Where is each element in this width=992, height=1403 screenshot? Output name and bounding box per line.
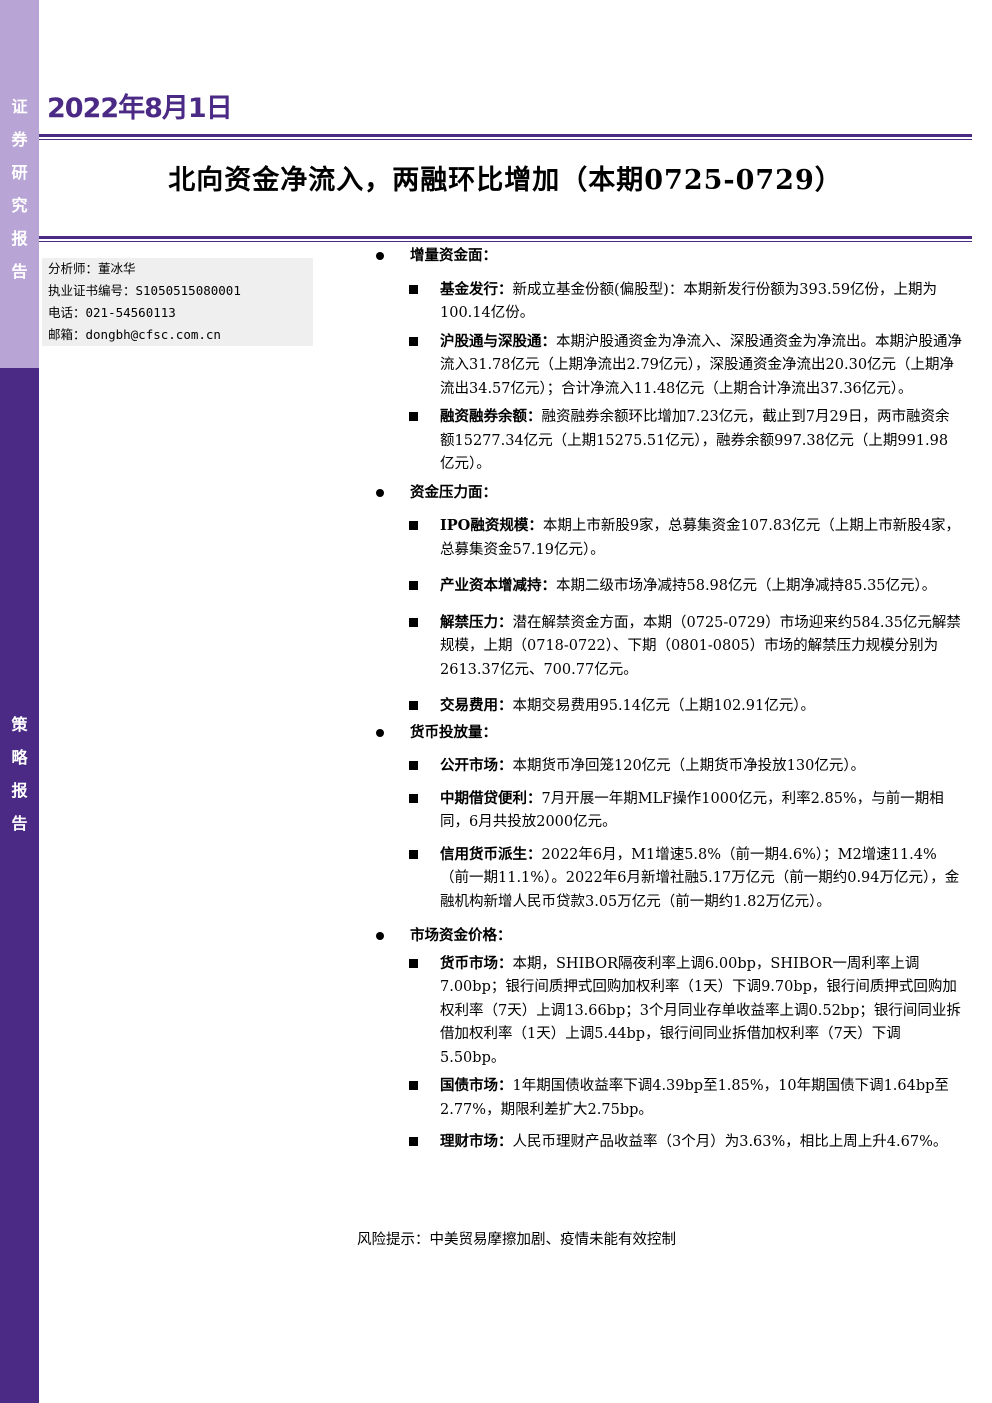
analyst-cert: 执业证书编号：S1050515080001 [48, 283, 241, 298]
sidebar-char: 券 [11, 130, 28, 149]
list-item: 理财市场：人民币理财产品收益率（3个月）为3.63%，相比上周上升4.67%。 [372, 1130, 962, 1155]
square-bullet-icon [409, 581, 418, 590]
sidebar-label-strategy-report: 策 略 报 告 [0, 708, 39, 840]
bullet-icon [376, 252, 384, 260]
section-heading: 资金压力面： [372, 481, 962, 505]
bullet-icon [376, 728, 384, 737]
square-bullet-icon [409, 701, 418, 710]
report-date: 2022年8月1日 [47, 93, 233, 124]
analyst-email: 邮箱：dongbh@cfsc.com.cn [48, 327, 221, 342]
square-bullet-icon [409, 521, 418, 530]
section-heading: 货币投放量： [372, 721, 962, 745]
list-item: 产业资本增减持：本期二级市场净减持58.98亿元（上期净减持85.35亿元）。 [372, 574, 962, 599]
sidebar-label-research-report: 证 券 研 究 报 告 [0, 90, 39, 288]
square-bullet-icon [409, 1081, 418, 1090]
square-bullet-icon [409, 1137, 418, 1146]
sidebar-char: 略 [11, 748, 28, 767]
sidebar-char: 证 [11, 97, 28, 116]
bullet-icon [376, 488, 384, 497]
list-item: 基金发行：新成立基金份额(偏股型)：本期新发行份额为393.59亿份，上期为10… [372, 278, 962, 326]
square-bullet-icon [409, 617, 418, 627]
list-item: 交易费用：本期交易费用95.14亿元（上期102.91亿元）。 [372, 694, 962, 719]
sidebar-char: 告 [11, 262, 28, 281]
list-item: 公开市场：本期货币净回笼120亿元（上期货币净投放130亿元）。 [372, 754, 962, 779]
sidebar-char: 究 [11, 196, 28, 215]
list-item: 中期借贷便利：7月开展一年期MLF操作1000亿元，利率2.85%，与前一期相同… [372, 787, 962, 835]
sidebar-char: 报 [11, 781, 28, 800]
analyst-name: 分析师：董冰华 [48, 261, 136, 276]
list-item: 货币市场：本期，SHIBOR隔夜利率上调6.00bp，SHIBOR一周利率上调7… [372, 952, 962, 1071]
risk-warning: 风险提示：中美贸易摩擦加剧、疫情未能有效控制 [357, 1232, 676, 1248]
square-bullet-icon [409, 793, 418, 803]
summary-content: 增量资金面： 基金发行：新成立基金份额(偏股型)：本期新发行份额为393.59亿… [372, 244, 962, 1155]
square-bullet-icon [409, 284, 418, 294]
title-rule [39, 236, 972, 239]
sidebar: 证 券 研 究 报 告 策 略 报 告 [0, 0, 39, 1403]
section-heading: 市场资金价格： [372, 924, 962, 948]
analyst-box: 分析师：董冰华 执业证书编号：S1050515080001 电话：021-545… [42, 258, 313, 346]
square-bullet-icon [409, 412, 418, 421]
sidebar-char: 策 [11, 715, 28, 734]
analyst-phone: 电话：021-54560113 [48, 305, 176, 320]
list-item: 解禁压力：潜在解禁资金方面，本期（0725-0729）市场迎来约584.35亿元… [372, 611, 962, 683]
section-heading: 增量资金面： [372, 244, 962, 268]
bullet-icon [376, 932, 384, 940]
page-title: 北向资金净流入，两融环比增加（本期0725-0729） [168, 165, 843, 196]
list-item: 信用货币派生：2022年6月，M1增速5.8%（前一期4.6%）；M2增速11.… [372, 843, 962, 915]
sidebar-char: 研 [11, 163, 28, 182]
square-bullet-icon [409, 761, 418, 770]
sidebar-char: 报 [11, 229, 28, 248]
list-item: 沪股通与深股通：本期沪股通资金为净流入、深股通资金为净流出。本期沪股通净流入31… [372, 330, 962, 402]
header-rule-thin [39, 139, 972, 140]
title-rule-thin [39, 241, 972, 242]
header-rule [39, 134, 972, 137]
sidebar-char: 告 [11, 814, 28, 833]
square-bullet-icon [409, 849, 418, 859]
list-item: 融资融券余额：融资融券余额环比增加7.23亿元，截止到7月29日，两市融资余额1… [372, 405, 962, 477]
list-item: 国债市场：1年期国债收益率下调4.39bp至1.85%，10年期国债下调1.64… [372, 1074, 962, 1122]
square-bullet-icon [409, 958, 418, 968]
list-item: IPO融资规模：本期上市新股9家，总募集资金107.83亿元（上期上市新股4家，… [372, 514, 962, 562]
square-bullet-icon [409, 336, 418, 346]
